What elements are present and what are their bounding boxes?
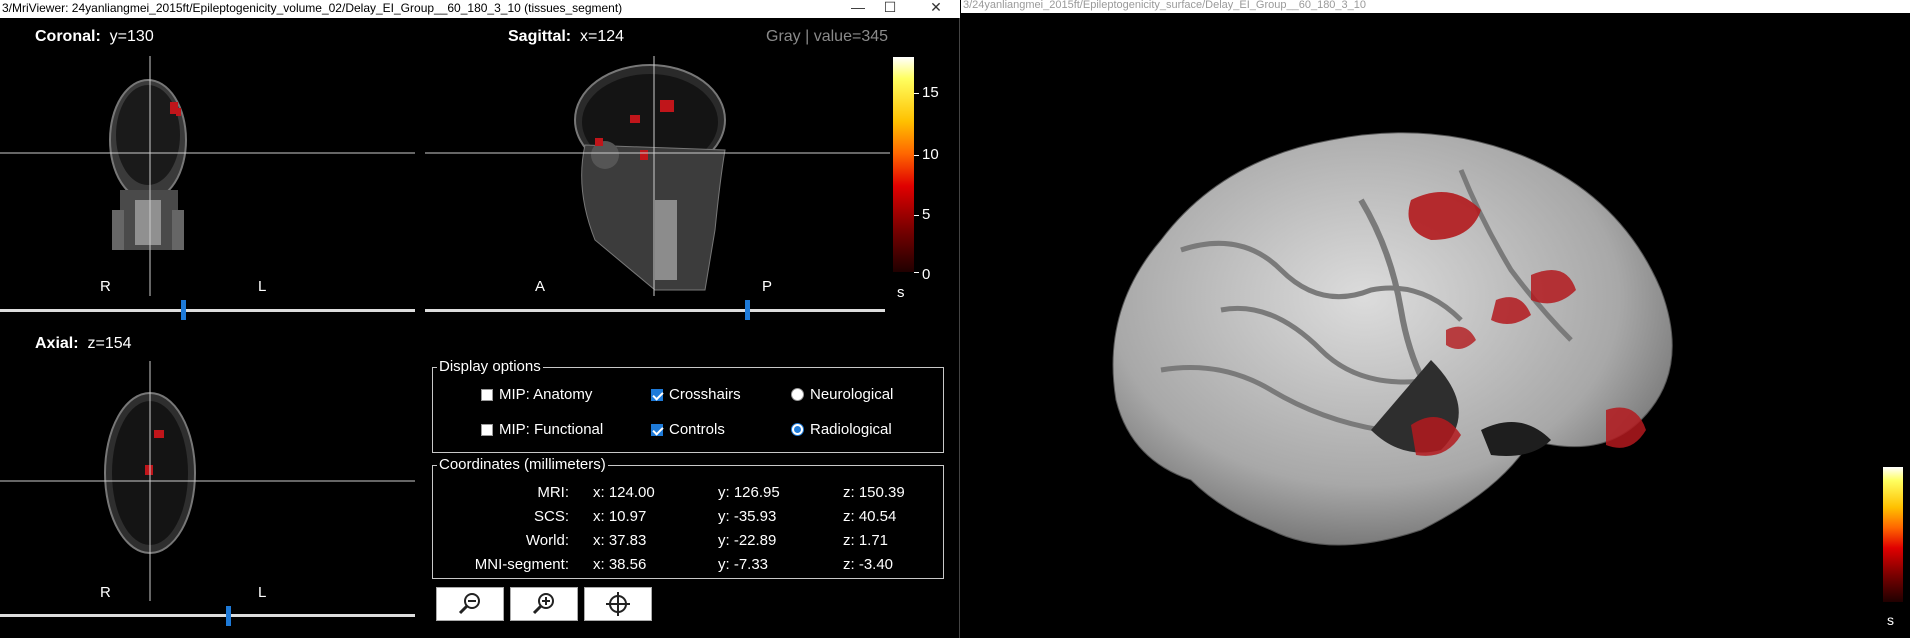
surface-colorbar-unit: s (1887, 612, 1894, 628)
coord-y: y: -22.89 (718, 532, 777, 549)
cortex-surface-render[interactable] (1101, 110, 1681, 560)
axial-coord: z=154 (87, 335, 132, 352)
viewer-title: 3/MriViewer: 24yanliangmei_2015ft/Epilep… (2, 1, 623, 15)
sagittal-slice-slider[interactable] (425, 309, 885, 312)
coronal-label: Coronal: y=130 (35, 28, 154, 46)
zoom-out-button[interactable] (436, 587, 504, 621)
radiological-radio-dot[interactable] (791, 423, 804, 436)
crosshairs-box[interactable] (651, 388, 663, 401)
sagittal-coord: x=124 (580, 28, 625, 45)
mip-functional-checkbox[interactable]: MIP: Functional (481, 421, 603, 438)
zoom-in-icon (532, 593, 554, 615)
coord-x: x: 38.56 (593, 556, 647, 573)
surface-title: 3/24yanliangmei_2015ft/Epileptogenicity_… (963, 0, 1367, 11)
colorbar-unit: s (897, 284, 905, 301)
neurological-radio-dot[interactable] (791, 388, 804, 401)
zoom-out-icon (458, 593, 480, 615)
close-button[interactable]: ✕ (916, 0, 956, 18)
axial-right-orientation: L (258, 584, 267, 601)
crosshairs-checkbox[interactable]: Crosshairs (651, 386, 741, 403)
coord-y: y: -7.33 (718, 556, 769, 573)
coord-label: MRI: (537, 484, 569, 501)
crosshair-target-icon (606, 592, 630, 616)
neurological-radio[interactable]: Neurological (791, 386, 893, 403)
coord-y: y: -35.93 (718, 508, 777, 525)
neurological-label: Neurological (810, 386, 894, 403)
intensity-colorbar (893, 57, 914, 272)
axial-name: Axial: (35, 335, 79, 352)
viewer-title-bar: 3/MriViewer: 24yanliangmei_2015ft/Epilep… (0, 0, 960, 18)
axial-slice-slider[interactable] (0, 614, 415, 617)
colorbar-tick-15-mark (914, 93, 919, 94)
sagittal-slider-thumb[interactable] (745, 300, 750, 320)
sagittal-left-orientation: A (535, 278, 546, 295)
colorbar-tick-0: 0 (922, 266, 931, 283)
coord-label: SCS: (533, 508, 569, 525)
mri-viewer-window: 3/MriViewer: 24yanliangmei_2015ft/Epilep… (0, 0, 960, 638)
coord-x: x: 37.83 (593, 532, 647, 549)
coord-x: x: 10.97 (593, 508, 647, 525)
coronal-slider-thumb[interactable] (180, 300, 186, 320)
axial-label: Axial: z=154 (35, 335, 132, 353)
coordinates-panel: Coordinates (millimeters) MRI: x: 124.00… (432, 456, 944, 579)
display-options-panel: Display options MIP: Anatomy MIP: Functi… (432, 358, 944, 453)
radiological-radio[interactable]: Radiological (791, 421, 892, 438)
surface-colorbar (1883, 467, 1903, 602)
display-options-title: Display options (437, 358, 543, 375)
coronal-slice-slider[interactable] (0, 309, 415, 312)
coord-y: y: 126.95 (718, 484, 780, 501)
coord-label: MNI-segment: (474, 556, 569, 573)
crosshair-target-button[interactable] (584, 587, 652, 621)
zoom-in-button[interactable] (510, 587, 578, 621)
coord-z: z: 150.39 (843, 484, 905, 501)
coord-z: z: 40.54 (843, 508, 897, 525)
controls-label: Controls (669, 421, 725, 438)
colorbar-tick-15: 15 (922, 84, 939, 101)
coord-x: x: 124.00 (593, 484, 655, 501)
coord-row-world: World: x: 37.83 y: -22.89 z: 1.71 (433, 532, 951, 556)
mip-functional-box[interactable] (481, 423, 493, 436)
mip-anatomy-checkbox[interactable]: MIP: Anatomy (481, 386, 592, 403)
colorbar-tick-5: 5 (922, 206, 931, 223)
colormap-value-readout: Gray | value=345 (766, 28, 889, 45)
radiological-label: Radiological (810, 421, 892, 438)
coronal-right-orientation: L (258, 278, 267, 295)
sagittal-name: Sagittal: (508, 28, 572, 45)
colorbar-tick-10: 10 (922, 146, 939, 163)
axial-slice-view[interactable] (0, 355, 415, 605)
mip-anatomy-label: MIP: Anatomy (499, 386, 593, 403)
coronal-left-orientation: R (100, 278, 111, 295)
axial-slider-thumb[interactable] (226, 606, 232, 626)
coronal-slice-view[interactable] (0, 50, 415, 300)
surface-title-bar: 3/24yanliangmei_2015ft/Epileptogenicity_… (961, 0, 1910, 13)
coronal-coord: y=130 (109, 28, 154, 45)
coord-label: World: (525, 532, 569, 549)
coord-row-scs: SCS: x: 10.97 y: -35.93 z: 40.54 (433, 508, 951, 532)
colorbar-tick-0-mark (914, 272, 919, 273)
coord-z: z: 1.71 (843, 532, 889, 549)
controls-box[interactable] (651, 423, 663, 436)
coronal-name: Coronal: (35, 28, 101, 45)
coord-row-mri: MRI: x: 124.00 y: 126.95 z: 150.39 (433, 484, 951, 508)
colorbar-tick-10-mark (914, 155, 919, 156)
mip-anatomy-box[interactable] (481, 388, 493, 401)
coord-z: z: -3.40 (843, 556, 894, 573)
sagittal-label: Sagittal: x=124 (508, 28, 624, 46)
maximize-button[interactable]: ☐ (870, 0, 910, 18)
coord-row-mni-segment: MNI-segment: x: 38.56 y: -7.33 z: -3.40 (433, 556, 951, 580)
coordinates-title: Coordinates (millimeters) (437, 456, 608, 473)
colorbar-tick-5-mark (914, 215, 919, 216)
axial-left-orientation: R (100, 584, 111, 601)
mip-functional-label: MIP: Functional (499, 421, 604, 438)
controls-checkbox[interactable]: Controls (651, 421, 725, 438)
surface-viewer-window: 3/24yanliangmei_2015ft/Epileptogenicity_… (961, 0, 1910, 638)
sagittal-right-orientation: P (762, 278, 773, 295)
crosshairs-label: Crosshairs (669, 386, 741, 403)
sagittal-slice-view[interactable] (425, 50, 890, 300)
